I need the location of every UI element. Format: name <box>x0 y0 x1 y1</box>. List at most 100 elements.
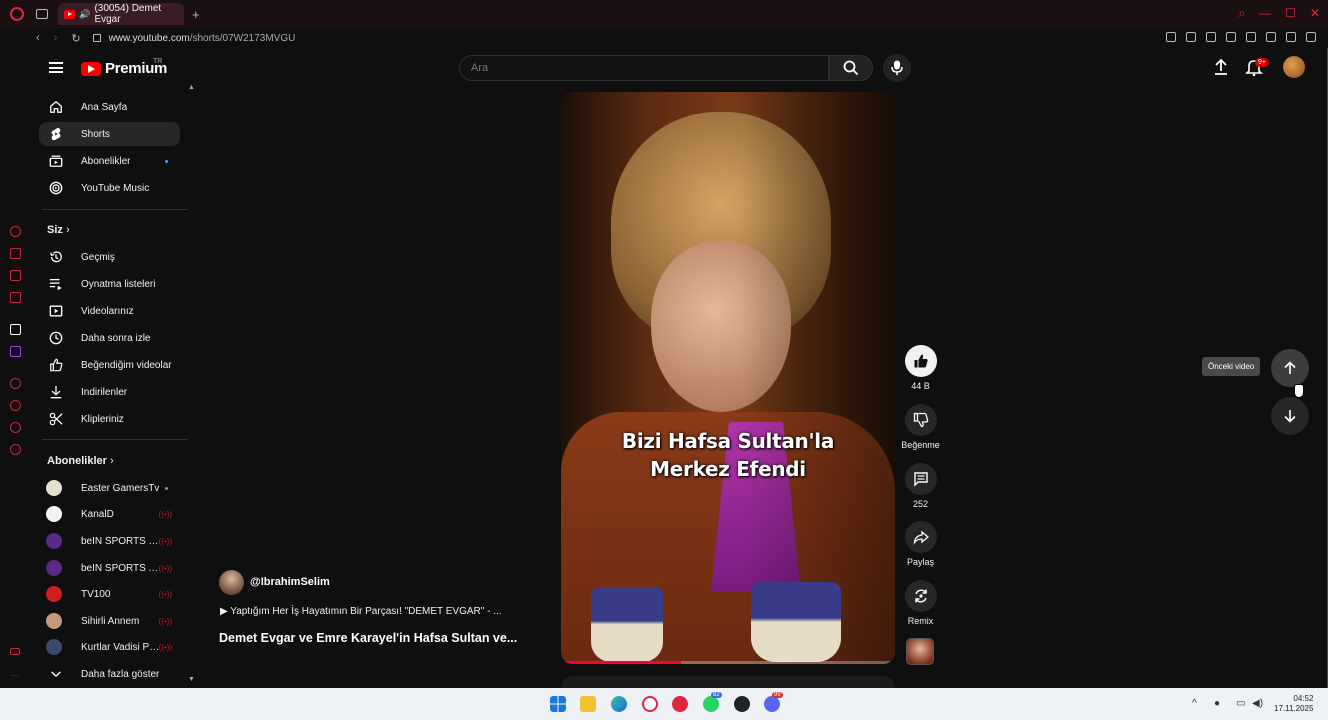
playlists-icon <box>49 278 62 291</box>
tab-manager-icon[interactable] <box>36 9 48 19</box>
speaker-icon[interactable]: 🔊 <box>79 9 90 20</box>
network-icon[interactable]: ▭ <box>1236 698 1245 709</box>
heart-icon[interactable] <box>1246 32 1256 42</box>
microphone-tray-icon[interactable]: ● <box>1214 698 1220 709</box>
music-player-icon[interactable] <box>10 378 21 389</box>
subscription-kurtlar-vadisi[interactable]: Kurtlar Vadisi Pu... ((•)) <box>39 635 180 659</box>
share-button[interactable]: Paylaş <box>904 521 937 567</box>
steam-icon[interactable] <box>734 696 750 712</box>
account-avatar[interactable] <box>1283 56 1305 78</box>
search-box[interactable] <box>459 55 829 81</box>
sidebar-item-shorts[interactable]: Shorts <box>39 122 180 146</box>
sidebar-item-subscriptions[interactable]: Abonelikler <box>39 149 180 173</box>
video-progress-bar[interactable] <box>561 661 895 664</box>
windows-start-icon[interactable] <box>550 696 566 712</box>
like-button-circle[interactable] <box>904 345 937 377</box>
url-field[interactable]: www.youtube.com/shorts/07W2173MVGU <box>109 33 296 44</box>
next-video-button[interactable] <box>1271 397 1309 435</box>
show-hidden-icons-icon[interactable]: ^ <box>1192 698 1197 709</box>
subscription-bein-sports-tr[interactable]: beIN SPORTS Tü... ((•)) <box>39 529 180 553</box>
gx-icon[interactable] <box>10 648 20 655</box>
linked-video-link[interactable]: ▶ Yaptığım Her İş Hayatımın Bir Parçası!… <box>220 606 502 617</box>
search-tabs-icon[interactable]: ⌕ <box>1238 6 1245 21</box>
lock-icon[interactable] <box>92 34 101 42</box>
vpn-icon[interactable] <box>1206 32 1216 42</box>
show-more-button[interactable]: Daha fazla göster <box>39 662 180 686</box>
workspace-icon[interactable] <box>10 270 21 281</box>
browser-tab[interactable]: 🔊 (30054) Demet Evgar <box>58 3 184 25</box>
sidebar-item-history[interactable]: Geçmiş <box>39 245 180 269</box>
youtube-music-app-icon[interactable] <box>672 696 688 712</box>
sidebar-item-label: Shorts <box>81 128 110 140</box>
back-icon[interactable]: ‹ <box>36 32 40 45</box>
comments-button[interactable]: 252 <box>904 463 937 509</box>
reload-icon[interactable]: ↻ <box>71 32 80 45</box>
sidebar-item-youtube-music[interactable]: YouTube Music <box>39 176 180 200</box>
voice-search-button[interactable] <box>883 54 911 82</box>
comments-button-circle[interactable] <box>904 463 937 495</box>
remix-button-circle[interactable] <box>904 580 937 612</box>
channel-name[interactable]: @IbrahimSelim <box>250 576 330 588</box>
subscription-sihirli-annem[interactable]: Sihirli Annem ((•)) <box>39 609 180 633</box>
upload-icon[interactable] <box>1212 58 1230 76</box>
share-page-icon[interactable] <box>1266 32 1276 42</box>
aria-icon[interactable] <box>10 226 21 237</box>
sidebar-item-your-videos[interactable]: Videolarınız <box>39 299 180 323</box>
sound-thumbnail[interactable] <box>906 638 934 665</box>
tabs-icon[interactable] <box>10 292 21 303</box>
sidebar-item-liked-videos[interactable]: Beğendiğim videolar <box>39 353 180 377</box>
section-you-title[interactable]: Siz › <box>47 224 70 236</box>
share-button-circle[interactable] <box>904 521 937 553</box>
subscription-easter-gamerstv[interactable]: Easter GamersTv <box>39 476 180 500</box>
subscription-bein-sports-ar[interactable]: beIN SPORTS Ar... ((•)) <box>39 556 180 580</box>
close-icon[interactable]: ✕ <box>1310 6 1320 21</box>
channel-avatar[interactable] <box>219 570 244 595</box>
new-tab-button[interactable]: + <box>192 7 200 22</box>
snapshot-icon[interactable] <box>1186 32 1196 42</box>
opera-gx-icon[interactable] <box>642 696 658 712</box>
messenger-icon[interactable] <box>10 248 21 259</box>
minimize-icon[interactable]: — <box>1259 6 1271 21</box>
history-side-icon[interactable] <box>10 400 21 411</box>
previous-video-button[interactable] <box>1271 349 1309 387</box>
file-explorer-icon[interactable] <box>580 696 596 712</box>
settings-icon[interactable] <box>10 444 21 455</box>
easy-setup-icon[interactable] <box>1306 32 1316 42</box>
shorts-video-player[interactable]: Bizi Hafsa Sultan'la Merkez Efendi <box>561 92 895 664</box>
opera-logo-icon[interactable] <box>10 7 24 21</box>
more-icon[interactable]: ··· <box>10 671 21 683</box>
extensions-icon[interactable] <box>10 422 21 433</box>
dislike-button[interactable]: Beğenme <box>901 404 940 450</box>
dislike-button-circle[interactable] <box>904 404 937 436</box>
edge-icon[interactable] <box>611 696 627 712</box>
ai-icon[interactable] <box>10 324 21 335</box>
forward-icon[interactable]: › <box>54 32 58 45</box>
volume-icon[interactable]: ◀) <box>1252 698 1263 709</box>
maximize-icon[interactable]: ☐ <box>1285 6 1296 21</box>
whatsapp-icon[interactable] <box>703 696 719 712</box>
search-button[interactable] <box>829 55 873 81</box>
sidebar-item-watch-later[interactable]: Daha sonra izle <box>39 326 180 350</box>
arrow-up-icon <box>1284 361 1296 374</box>
sidebar-item-home[interactable]: Ana Sayfa <box>39 95 180 119</box>
system-clock[interactable]: 04:52 17.11.2025 <box>1274 694 1313 714</box>
twitch-icon[interactable] <box>10 346 21 357</box>
sidebar-item-playlists[interactable]: Oynatma listeleri <box>39 272 180 296</box>
scroll-up-icon[interactable]: ▲ <box>188 84 195 91</box>
subscription-tv100[interactable]: TV100 ((•)) <box>39 582 180 606</box>
downloads-icon[interactable] <box>1286 32 1296 42</box>
player-icon[interactable] <box>1226 32 1236 42</box>
search-input[interactable] <box>471 62 771 74</box>
like-button[interactable]: 44 B <box>904 345 937 391</box>
section-subscriptions-title[interactable]: Abonelikler › <box>47 455 114 467</box>
pin-icon[interactable] <box>1166 32 1176 42</box>
scroll-down-icon[interactable]: ▼ <box>188 676 195 683</box>
sidebar-item-clips[interactable]: Klipleriniz <box>39 407 180 431</box>
subscription-kanald[interactable]: KanalD ((•)) <box>39 502 180 526</box>
sidebar-item-downloads[interactable]: İndirilenler <box>39 380 180 404</box>
discord-icon[interactable] <box>764 696 780 712</box>
menu-icon[interactable] <box>49 62 63 73</box>
remix-button[interactable]: Remix <box>904 580 937 626</box>
next-short-preview[interactable] <box>561 676 895 688</box>
video-title[interactable]: Demet Evgar ve Emre Karayel'in Hafsa Sul… <box>219 631 517 645</box>
